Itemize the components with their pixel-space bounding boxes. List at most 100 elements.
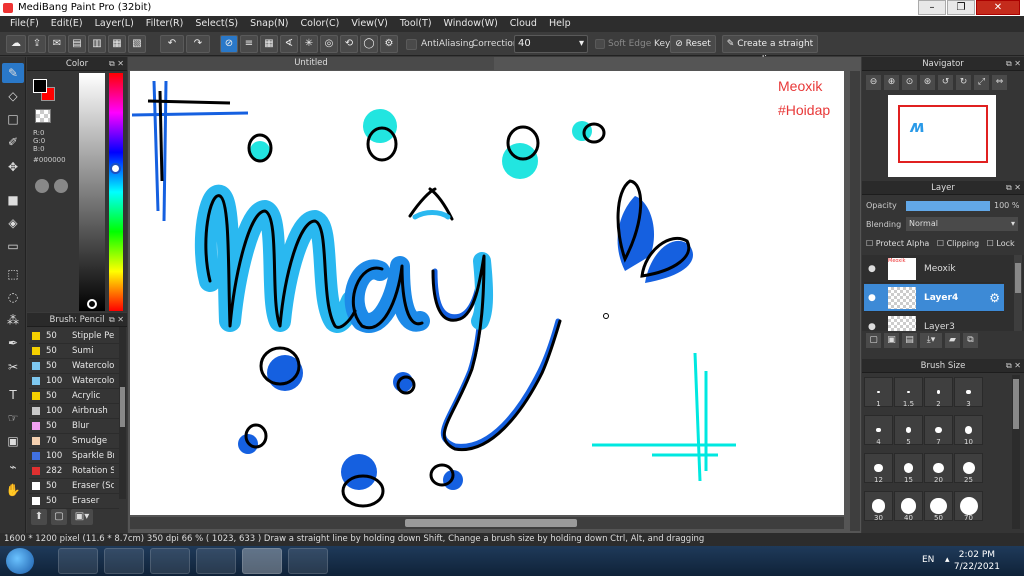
menu-filter[interactable]: Filter(R) — [140, 16, 190, 32]
brush-size-option[interactable]: 7 — [924, 415, 953, 446]
menu-file[interactable]: File(F) — [4, 16, 45, 32]
zoom-in-icon[interactable]: ⊕ — [884, 75, 899, 90]
menu-window[interactable]: Window(W) — [438, 16, 504, 32]
brush-size-scrollbar[interactable] — [1012, 375, 1020, 529]
language-indicator[interactable]: EN — [922, 555, 934, 565]
hue-slider[interactable] — [109, 73, 123, 311]
text-tool-icon[interactable]: T — [2, 385, 24, 405]
brush-size-option[interactable]: 20 — [924, 453, 953, 484]
panel-close-icon[interactable]: ⧉ ✕ — [1006, 57, 1021, 71]
palette-settings-icon[interactable] — [54, 179, 68, 193]
curve-snap-icon[interactable]: ⟲ — [340, 35, 358, 53]
brush-list-item[interactable]: 100 Sparkle Br — [29, 449, 119, 464]
brush-size-option[interactable]: 40 — [894, 491, 923, 522]
antialiasing-checkbox[interactable] — [406, 39, 417, 50]
grid-snap-icon[interactable]: ▦ — [260, 35, 278, 53]
operation-tool-icon[interactable]: ☞ — [2, 408, 24, 428]
menu-view[interactable]: View(V) — [345, 16, 393, 32]
magic-wand-tool-icon[interactable]: ⁂ — [2, 310, 24, 330]
navigator-preview[interactable]: ʍ — [888, 95, 996, 177]
visibility-icon[interactable]: ● — [868, 322, 880, 332]
lock-checkbox[interactable]: ☐ Lock — [987, 239, 1015, 248]
brush-list-item[interactable]: 100 Airbrush — [29, 404, 119, 419]
brush-list-item[interactable]: 50 Stipple Pe — [29, 329, 119, 344]
layer-item-layer4[interactable]: ● Layer4 ⚙ — [864, 284, 1004, 312]
brush-list-item[interactable]: 50 Eraser (Sc — [29, 479, 119, 494]
lasso-tool-icon[interactable]: ◌ — [2, 287, 24, 307]
select-rect-tool-icon[interactable]: ⬚ — [2, 264, 24, 284]
share-icon[interactable]: ⇪ — [28, 35, 46, 53]
create-straight-line-button[interactable]: ✎ Create a straight line — [722, 35, 818, 65]
medibang-icon[interactable] — [242, 548, 282, 574]
brush-menu-icon[interactable]: ▣▾ — [71, 509, 93, 525]
flip-icon[interactable]: ⇔ — [992, 75, 1007, 90]
comment-icon[interactable]: ✉ — [48, 35, 66, 53]
visual-studio-icon[interactable] — [58, 548, 98, 574]
circle-snap-icon[interactable]: ◎ — [320, 35, 338, 53]
hand-tool-icon[interactable]: ✋ — [2, 480, 24, 500]
menu-select[interactable]: Select(S) — [189, 16, 244, 32]
brush-list-scrollbar[interactable] — [119, 327, 126, 499]
brush-size-option[interactable]: 2 — [924, 377, 953, 408]
menu-edit[interactable]: Edit(E) — [45, 16, 89, 32]
brush-size-option[interactable]: 12 — [864, 453, 893, 484]
zoom-fit-icon[interactable]: ⊙ — [902, 75, 917, 90]
panel-close-icon[interactable]: ⧉ ✕ — [1006, 359, 1021, 373]
internet-explorer-icon[interactable] — [104, 548, 144, 574]
brush-list-item[interactable]: 50 Watercolo — [29, 359, 119, 374]
redo-icon[interactable]: ↷ — [186, 35, 210, 53]
maximize-button[interactable]: ❐ — [947, 0, 975, 15]
move-tool-icon[interactable]: ✥ — [2, 157, 24, 177]
brush-add-icon[interactable]: ⬆ — [31, 509, 47, 525]
panel-close-icon[interactable]: ⧉ ✕ — [109, 313, 124, 327]
brush-list-item[interactable]: 50 Sumi — [29, 344, 119, 359]
menu-layer[interactable]: Layer(L) — [89, 16, 140, 32]
brush-list-item[interactable]: 282 Rotation S — [29, 464, 119, 479]
folder-icon[interactable]: ▰ — [945, 333, 960, 348]
menu-snap[interactable]: Snap(N) — [244, 16, 294, 32]
correction-select[interactable]: 40 ▾ — [514, 35, 588, 53]
snap-off-icon[interactable]: ⊘ — [220, 35, 238, 53]
tray-chevron-icon[interactable]: ▴ — [945, 555, 950, 565]
snap-settings-icon[interactable]: ⚙ — [380, 35, 398, 53]
material-icon[interactable]: ▦ — [108, 35, 126, 53]
start-button[interactable] — [6, 548, 34, 574]
select-eraser-tool-icon[interactable]: ✂ — [2, 357, 24, 377]
canvas-horizontal-scrollbar[interactable] — [130, 517, 844, 529]
select-pen-tool-icon[interactable]: ✒ — [2, 333, 24, 353]
ellipse-snap-icon[interactable]: ◯ — [360, 35, 378, 53]
rotate-right-icon[interactable]: ↻ — [956, 75, 971, 90]
menu-help[interactable]: Help — [543, 16, 577, 32]
brush-size-option[interactable]: 15 — [894, 453, 923, 484]
hue-handle[interactable] — [110, 163, 121, 174]
brush-copy-icon[interactable]: ▢ — [51, 509, 67, 525]
eraser-tool-icon[interactable]: ◇ — [2, 86, 24, 106]
new-page-icon[interactable]: ▤ — [902, 333, 917, 348]
fill-rect-tool-icon[interactable]: ■ — [2, 190, 24, 210]
opacity-slider[interactable] — [906, 201, 990, 211]
brush-list-item[interactable]: 70 Smudge — [29, 434, 119, 449]
canvas-vertical-scrollbar[interactable] — [850, 71, 860, 531]
copy-layer-icon[interactable]: ▣ — [884, 333, 899, 348]
reset-button[interactable]: ⊘ Reset — [670, 35, 716, 53]
coccoc-icon[interactable] — [150, 548, 190, 574]
gradient-tool-icon[interactable]: ▭ — [2, 236, 24, 256]
brightness-handle[interactable] — [87, 299, 97, 309]
zoom-out-icon[interactable]: ⊖ — [866, 75, 881, 90]
menu-tool[interactable]: Tool(T) — [394, 16, 438, 32]
layer-item-layer3[interactable]: ● Layer3 — [864, 313, 1004, 331]
panel-close-icon[interactable]: ⧉ ✕ — [1006, 181, 1021, 195]
brush-size-option[interactable]: 50 — [924, 491, 953, 522]
undo-icon[interactable]: ↶ — [160, 35, 184, 53]
chrome-icon[interactable] — [196, 548, 236, 574]
brightness-slider[interactable] — [79, 73, 105, 311]
palette-icon[interactable] — [35, 179, 49, 193]
zoom-actual-icon[interactable]: ⊛ — [920, 75, 935, 90]
perspective-snap-icon[interactable]: ∢ — [280, 35, 298, 53]
paint-icon[interactable] — [288, 548, 328, 574]
pen-tool-icon[interactable]: ✎ — [2, 63, 24, 83]
brush-size-option[interactable]: 4 — [864, 415, 893, 446]
divide-tool-icon[interactable]: ▣ — [2, 431, 24, 451]
clipping-checkbox[interactable]: ☐ Clipping — [937, 239, 979, 248]
soft-edge-checkbox[interactable] — [595, 39, 605, 49]
